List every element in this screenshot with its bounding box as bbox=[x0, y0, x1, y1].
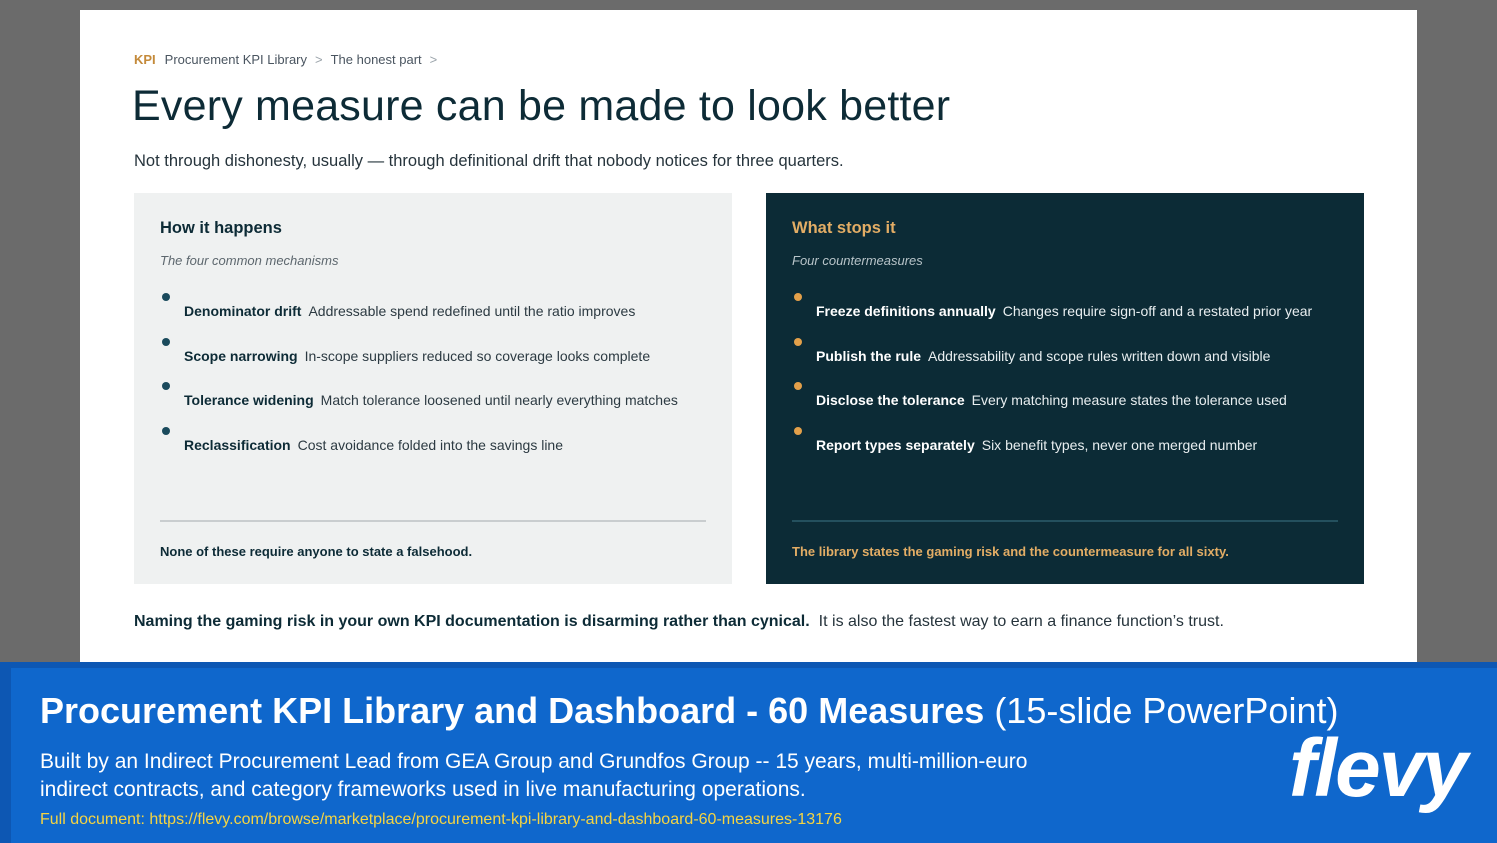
item-term: Reclassification bbox=[184, 436, 291, 453]
list-item: Publish the rule Addressability and scope… bbox=[792, 336, 1352, 381]
item-desc: Addressability and scope rules written d… bbox=[928, 347, 1271, 364]
item-desc: Every matching measure states the tolera… bbox=[971, 392, 1287, 408]
item-desc: Match tolerance loosened until nearly ev… bbox=[320, 392, 678, 408]
how-it-happens-card: How it happens The four common mechanism… bbox=[134, 193, 732, 584]
item-desc: Cost avoidance folded into the savings l… bbox=[297, 436, 564, 453]
bullet-icon bbox=[794, 293, 802, 301]
promo-banner-inner: Procurement KPI Library and Dashboard - … bbox=[11, 668, 1497, 843]
item-term: Scope narrowing bbox=[184, 347, 298, 364]
item-desc: In-scope suppliers reduced so coverage l… bbox=[304, 347, 651, 364]
bullet-icon bbox=[162, 426, 170, 435]
card-footer: The library states the gaming risk and t… bbox=[792, 544, 1229, 559]
list-item: Tolerance widening Match tolerance loosen… bbox=[160, 380, 720, 425]
item-desc: Six benefit types, never one merged numb… bbox=[981, 436, 1258, 453]
bullet-icon bbox=[794, 337, 802, 346]
divider bbox=[160, 520, 706, 522]
item-desc: Changes require sign-off and a restated … bbox=[1002, 303, 1313, 319]
card-footer: None of these require anyone to state a … bbox=[160, 544, 473, 559]
page-subtitle: Not through dishonesty, usually — throug… bbox=[134, 152, 844, 170]
breadcrumb-item-library[interactable]: Procurement KPI Library bbox=[165, 52, 307, 67]
page-title: Every measure can be made to look better bbox=[132, 82, 951, 130]
breadcrumb-separator: > bbox=[429, 52, 438, 67]
bullet-icon bbox=[162, 337, 170, 346]
bullet-icon bbox=[162, 382, 170, 390]
bullet-icon bbox=[162, 293, 170, 301]
breadcrumb: KPI Procurement KPI Library > The honest… bbox=[134, 52, 445, 67]
closing-rest: It is also the fastest way to earn a fin… bbox=[818, 613, 1224, 630]
bullet-icon bbox=[794, 426, 802, 435]
item-term: Publish the rule bbox=[816, 347, 922, 364]
item-term: Freeze definitions annually bbox=[816, 303, 996, 319]
item-term: Denominator drift bbox=[184, 303, 302, 319]
item-term: Tolerance widening bbox=[184, 392, 314, 408]
countermeasure-list: Freeze definitions annually Changes requi… bbox=[792, 291, 1352, 469]
banner-title: Procurement KPI Library and Dashboard - … bbox=[40, 690, 1338, 732]
card-subheading: Four countermeasures bbox=[792, 253, 923, 268]
card-heading: What stops it bbox=[792, 219, 896, 237]
breadcrumb-item-honest-part[interactable]: The honest part bbox=[331, 52, 422, 67]
mechanism-list: Denominator drift Addressable spend redef… bbox=[160, 291, 720, 469]
banner-title-main: Procurement KPI Library and Dashboard - … bbox=[40, 690, 985, 731]
item-term: Disclose the tolerance bbox=[816, 392, 965, 408]
banner-link[interactable]: Full document: https://flevy.com/browse/… bbox=[40, 811, 842, 829]
closing-statement: Naming the gaming risk in your own KPI d… bbox=[134, 613, 1224, 631]
card-heading: How it happens bbox=[160, 219, 282, 237]
list-item: Freeze definitions annually Changes requi… bbox=[792, 291, 1352, 336]
list-item: Disclose the tolerance Every matching mea… bbox=[792, 380, 1352, 425]
list-item: Report types separately Six benefit types… bbox=[792, 425, 1352, 470]
breadcrumb-tag: KPI bbox=[134, 52, 156, 67]
what-stops-it-card: What stops it Four countermeasures Freez… bbox=[766, 193, 1364, 584]
card-subheading: The four common mechanisms bbox=[160, 253, 339, 268]
breadcrumb-separator: > bbox=[315, 52, 323, 67]
list-item: Reclassification Cost avoidance folded in… bbox=[160, 425, 720, 470]
flevy-logo[interactable]: flevy bbox=[1289, 728, 1468, 810]
item-desc: Addressable spend redefined until the ra… bbox=[308, 303, 636, 319]
list-item: Denominator drift Addressable spend redef… bbox=[160, 291, 720, 336]
promo-banner: Procurement KPI Library and Dashboard - … bbox=[0, 662, 1497, 843]
divider bbox=[792, 520, 1338, 522]
banner-description: Built by an Indirect Procurement Lead fr… bbox=[40, 750, 1028, 801]
closing-strong: Naming the gaming risk in your own KPI d… bbox=[134, 613, 810, 630]
list-item: Scope narrowing In-scope suppliers reduce… bbox=[160, 336, 720, 381]
bullet-icon bbox=[794, 382, 802, 390]
item-term: Report types separately bbox=[816, 436, 975, 453]
slide: KPI Procurement KPI Library > The honest… bbox=[80, 10, 1417, 662]
banner-title-format: (15-slide PowerPoint) bbox=[994, 690, 1339, 731]
